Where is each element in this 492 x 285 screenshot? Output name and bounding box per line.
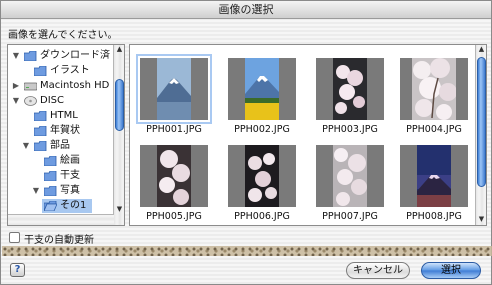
thumbnail-frame <box>228 58 296 120</box>
scroll-down-arrow-icon[interactable]: ▼ <box>476 215 486 224</box>
folder-icon <box>44 171 57 181</box>
thumbnail-item[interactable]: PPH006.JPG <box>222 142 302 222</box>
photo-mount-fuji-flowers <box>245 58 279 120</box>
dialog-window: 画像の選択 画像を選んでください。 ▼ ダウンロード済 イラスト ▶ Macin… <box>0 0 492 285</box>
thumbnail-item[interactable]: PPH005.JPG <box>134 142 214 222</box>
thumbnail-caption: PPH006.JPG <box>234 211 290 222</box>
folder-icon <box>44 156 57 166</box>
thumbnail-item[interactable]: PPH001.JPG <box>134 54 214 135</box>
tree-item-label: DISC <box>40 95 64 106</box>
folder-icon <box>34 126 47 136</box>
expand-triangle-icon[interactable]: ▼ <box>11 49 21 63</box>
thumbnail-item[interactable]: PPH003.JPG <box>310 55 390 135</box>
photo-mount-fuji-dusk <box>417 145 451 207</box>
thumbnail-item[interactable]: PPH008.JPG <box>394 142 474 222</box>
open-folder-icon <box>44 201 57 211</box>
tree-item-label: 部品 <box>50 140 70 151</box>
expand-triangle-icon[interactable]: ▼ <box>21 139 31 153</box>
grid-scroll-thumb[interactable] <box>477 57 486 187</box>
thumbnail-caption: PPH008.JPG <box>406 211 462 222</box>
thumbnail-caption: PPH003.JPG <box>322 124 378 135</box>
photo-mount-fuji-lake <box>157 58 191 120</box>
thumbnail-caption: PPH002.JPG <box>234 124 290 135</box>
tree-item-label: 絵画 <box>60 155 80 166</box>
select-button[interactable]: 選択 <box>421 262 481 279</box>
folder-icon <box>34 141 47 151</box>
photo-cherry-blossom-closeup <box>157 145 191 207</box>
folder-tree[interactable]: ▼ ダウンロード済 イラスト ▶ Macintosh HD ▼ DISC HTM… <box>7 44 125 226</box>
folder-icon <box>24 51 37 61</box>
collapse-triangle-icon[interactable]: ▶ <box>11 79 21 93</box>
photo-cherry-blossom-branch <box>333 145 367 207</box>
folder-icon <box>34 111 47 121</box>
hard-drive-icon <box>24 82 37 91</box>
photo-cherry-blossom <box>333 58 367 120</box>
tree-vertical-scrollbar[interactable]: ▲ ▼ <box>113 45 124 225</box>
thumbnail-caption: PPH005.JPG <box>146 211 202 222</box>
instruction-text: 画像を選んでください。 <box>8 30 118 41</box>
thumbnail-frame <box>136 54 212 124</box>
thumbnail-caption: PPH001.JPG <box>146 124 202 135</box>
thumbnail-item[interactable]: PPH002.JPG <box>222 55 302 135</box>
photo-cherry-blossom-tree <box>412 58 456 120</box>
thumbnail-frame <box>400 145 468 207</box>
tree-item-label: Macintosh HD <box>40 80 110 91</box>
photo-cherry-blossom-dark <box>245 145 279 207</box>
auto-update-checkbox[interactable] <box>9 232 20 243</box>
scroll-up-arrow-icon[interactable]: ▲ <box>114 45 124 54</box>
grid-vertical-scrollbar[interactable]: ▲ ▼ <box>475 45 486 225</box>
window-title: 画像の選択 <box>1 1 491 19</box>
tree-item-label: イラスト <box>50 65 90 76</box>
thumbnail-frame <box>400 58 468 120</box>
thumbnail-frame <box>140 145 208 207</box>
scroll-down-arrow-icon[interactable]: ▼ <box>114 205 124 214</box>
thumbnail-frame <box>228 145 296 207</box>
tree-item-label: 年賀状 <box>50 125 80 136</box>
thumbnail-caption: PPH007.JPG <box>322 211 378 222</box>
tree-horizontal-scrollbar[interactable] <box>8 214 114 225</box>
disc-icon <box>24 96 37 106</box>
help-button[interactable]: ? <box>10 263 25 277</box>
thumbnail-caption: PPH004.JPG <box>406 124 462 135</box>
tree-item-label: HTML <box>50 110 78 121</box>
tree-item-label: 写真 <box>60 185 80 196</box>
tree-item-label: ダウンロード済 <box>40 50 110 61</box>
thumbnail-grid[interactable]: PPH001.JPG PPH002.JPG PPH003.JPG PPH004.… <box>129 44 487 226</box>
thumbnail-frame <box>316 145 384 207</box>
cancel-button[interactable]: キャンセル <box>346 262 410 279</box>
auto-update-label: 干支の自動更新 <box>24 235 94 246</box>
thumbnail-frame <box>316 58 384 120</box>
tree-item-label: その1 <box>60 200 87 211</box>
scroll-up-arrow-icon[interactable]: ▲ <box>476 45 486 54</box>
tree-item-label: 干支 <box>60 170 80 181</box>
expand-triangle-icon[interactable]: ▼ <box>31 184 41 198</box>
folder-icon <box>34 66 47 76</box>
expand-triangle-icon[interactable]: ▼ <box>11 94 21 108</box>
folder-icon <box>44 186 57 196</box>
tree-scroll-thumb[interactable] <box>115 79 124 131</box>
thumbnail-item[interactable]: PPH007.JPG <box>310 142 390 222</box>
decorative-leopard-strip <box>2 246 492 256</box>
thumbnail-item[interactable]: PPH004.JPG <box>394 55 474 135</box>
